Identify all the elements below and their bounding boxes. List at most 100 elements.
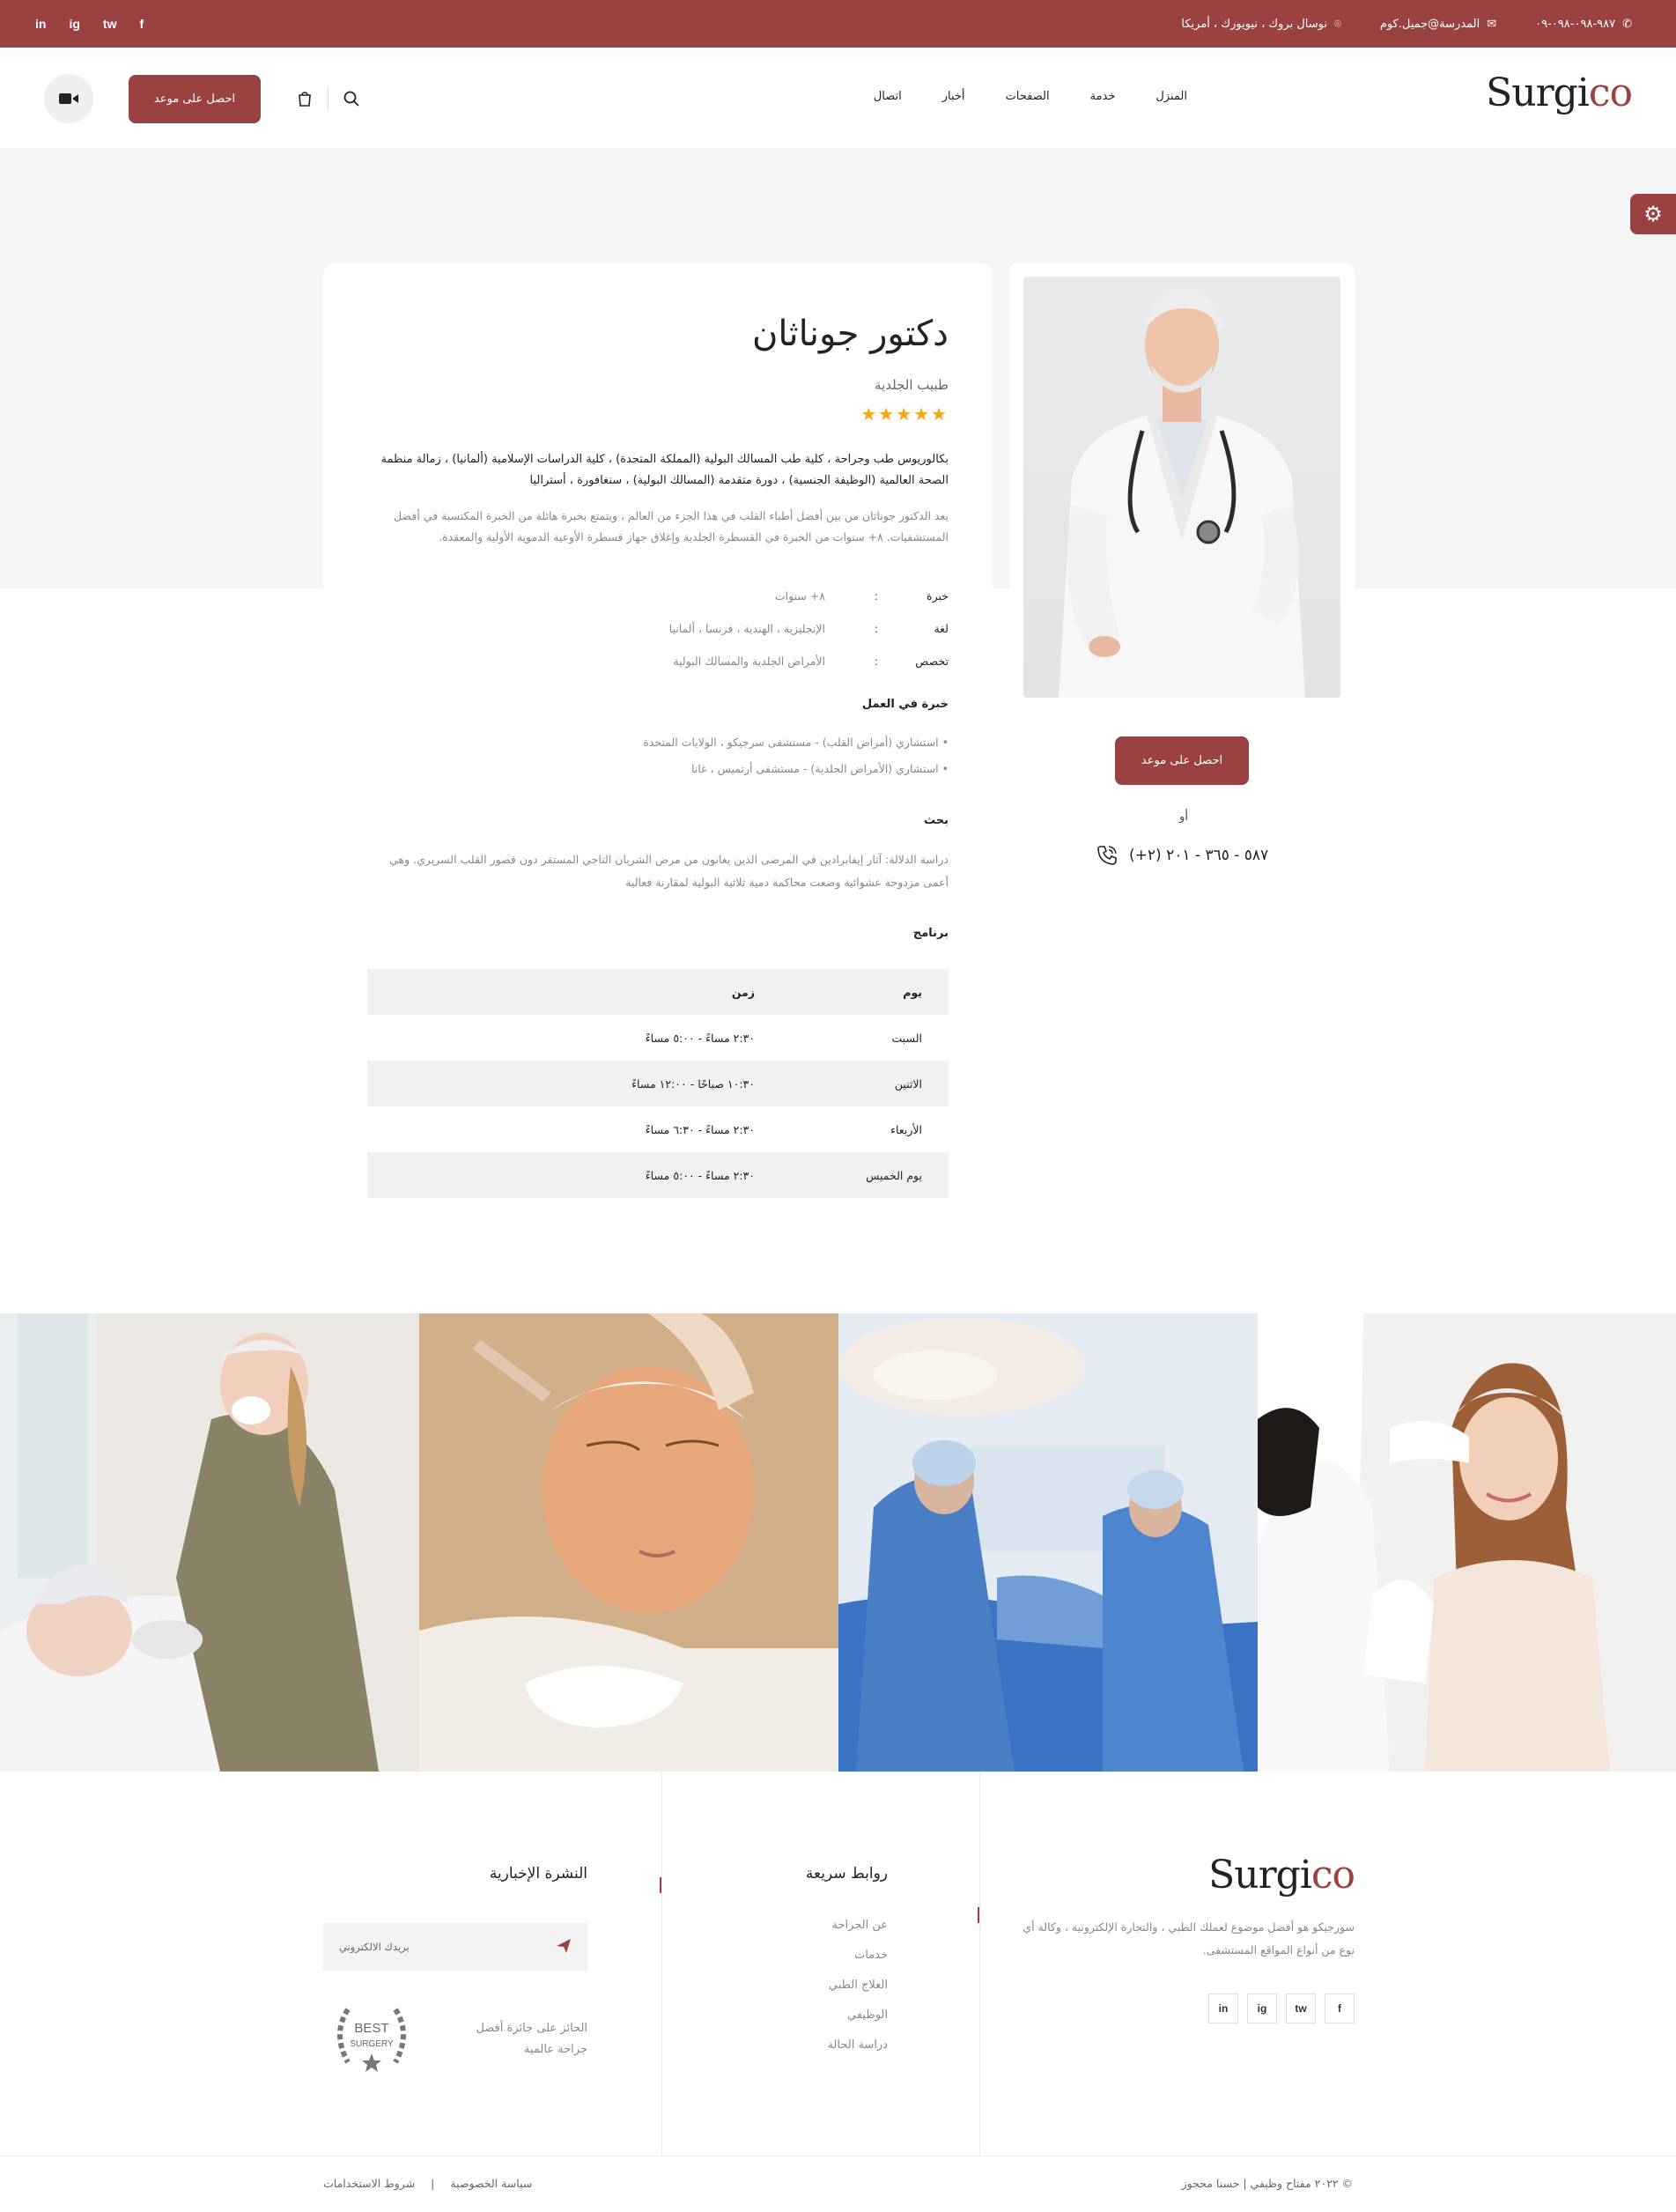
table-row: الاثنين ١٠:٣٠ صباحًا - ١٢:٠٠ مساءً <box>367 1061 949 1106</box>
top-location: ⌾ نوسال بروك ، نيويورك ، أمريكا <box>1181 18 1340 31</box>
gallery-image-botox[interactable] <box>1258 1313 1676 1772</box>
video-call-button[interactable] <box>44 74 93 123</box>
info-value: الإنجليزية ، الهندية ، فرنسا ، ألمانيا <box>668 622 825 635</box>
accent-mark <box>978 1907 979 1923</box>
top-contacts: ✆ ٩٨٧-٠٩٨-٠٩٨-٠٩ ✉ المدرسة@جميل.كوم ⌾ نو… <box>1181 0 1632 48</box>
nav-contact[interactable]: اتصال <box>874 90 902 103</box>
side-phone[interactable]: (+٢) ٥٨٧ - ٣٦٥ - ٢٠١ <box>1096 844 1268 867</box>
top-social: in ig tw f <box>35 0 144 48</box>
image-gallery <box>0 1313 1676 1772</box>
schedule-time: ١٠:٣٠ صباحًا - ١٢:٠٠ مساءً <box>631 1076 755 1091</box>
info-value: ٨+ سنوات <box>774 589 825 603</box>
doctor-photo <box>1023 277 1340 698</box>
footer-about: سورجيكو هو أفضل موضوع لعملك الطبي ، والت… <box>1023 1920 1355 1957</box>
gear-icon: ⚙ <box>1643 202 1663 226</box>
schedule-day: الاثنين <box>894 1076 922 1091</box>
footer-link[interactable]: العلاج الطبي <box>827 1971 888 2001</box>
newsletter-placeholder: بريدك الالكتروني <box>339 1941 410 1953</box>
experience-list: • استشاري (أمراض القلب) - مستشفى سرجيكو … <box>643 729 949 782</box>
info-key: لغة <box>934 622 949 635</box>
doctor-qualifications: بكالوريوس طب وجراحة ، كلية طب المسالك ال… <box>380 453 949 487</box>
info-value: الأمراض الجلدية والمسالك البولية <box>673 655 825 668</box>
gallery-image-facial[interactable] <box>419 1313 838 1772</box>
legal-divider: | <box>431 2177 435 2190</box>
footer-link[interactable]: الوظيفي <box>827 2001 888 2031</box>
search-icon[interactable] <box>341 88 362 109</box>
schedule-day: السبت <box>891 1031 922 1045</box>
list-item: • استشاري (أمراض القلب) - مستشفى سرجيكو … <box>643 736 949 749</box>
footer-link[interactable]: دراسة الحالة <box>827 2031 888 2060</box>
top-phone[interactable]: ✆ ٩٨٧-٠٩٨-٠٩٨-٠٩ <box>1535 18 1632 31</box>
logo-main-text: Surgi <box>1208 1853 1312 1898</box>
newsletter-email-field[interactable]: بريدك الالكتروني <box>323 1923 587 1971</box>
doctor-bio: يعد الدكتور جوناثان من بين أفضل أطباء ال… <box>394 509 949 544</box>
nav-news[interactable]: أخبار <box>942 90 965 103</box>
doctor-specialty: طبيب الجلدية <box>875 377 949 393</box>
legal-links: سياسة الخصوصية | شروط الاستخدامات <box>323 2177 532 2190</box>
schedule-head-time: زمن <box>731 985 755 999</box>
schedule-day: الأربعاء <box>890 1122 922 1136</box>
copyright: © ٢٠٢٢ مفتاح وظيفي | حسنا محجوز <box>1181 2177 1353 2190</box>
side-phone-number: (+٢) ٥٨٧ - ٣٦٥ - ٢٠١ <box>1129 847 1269 864</box>
table-row: يوم الخميس ٢:٣٠ مساءً - ٥:٠٠ مساءً <box>367 1152 949 1198</box>
twitter-icon[interactable]: tw <box>1286 1994 1316 2023</box>
phone-icon: ✆ <box>1622 17 1632 31</box>
facebook-icon[interactable]: f <box>1325 1994 1355 2023</box>
nav-pages[interactable]: الصفحات <box>1006 90 1050 103</box>
linkedin-icon[interactable]: in <box>35 17 46 31</box>
info-colon: : <box>874 622 878 635</box>
mail-icon: ✉ <box>1487 17 1497 31</box>
table-row: السبت ٢:٣٠ مساءً - ٥:٠٠ مساءً <box>367 1015 949 1061</box>
header-actions: احصل على موعد <box>44 74 362 123</box>
doctor-details-card: دكتور جوناثان طبيب الجلدية ★★★★★ بكالوري… <box>323 263 993 1232</box>
twitter-icon[interactable]: tw <box>103 17 117 31</box>
side-appointment-button[interactable]: احصل على موعد <box>1115 736 1249 785</box>
nav-home[interactable]: المنزل <box>1155 90 1187 103</box>
top-bar: ✆ ٩٨٧-٠٩٨-٠٩٨-٠٩ ✉ المدرسة@جميل.كوم ⌾ نو… <box>0 0 1676 48</box>
send-icon[interactable] <box>556 1938 572 1957</box>
doctor-name: دكتور جوناثان <box>751 314 949 354</box>
or-text: أو <box>1179 810 1188 824</box>
award-badge-top: BEST <box>354 2021 388 2036</box>
instagram-icon[interactable]: ig <box>69 17 79 31</box>
instagram-icon[interactable]: ig <box>1247 1994 1277 2023</box>
info-row: خبرة : ٨+ سنوات <box>579 580 949 612</box>
settings-gear-button[interactable]: ⚙ <box>1630 194 1676 234</box>
gallery-image-surgery[interactable] <box>838 1313 1258 1772</box>
main-nav: المنزل خدمة الصفحات أخبار اتصال <box>874 90 1187 103</box>
info-colon: : <box>874 589 878 603</box>
research-title: بحث <box>923 814 949 827</box>
top-email[interactable]: ✉ المدرسة@جميل.كوم <box>1380 18 1496 31</box>
nav-service[interactable]: خدمة <box>1090 90 1116 103</box>
logo-accent-text: co <box>1311 1853 1355 1898</box>
privacy-policy-link[interactable]: سياسة الخصوصية <box>450 2177 532 2190</box>
footer-link[interactable]: عن الجراحة <box>827 1911 888 1941</box>
top-location-text: نوسال بروك ، نيويورك ، أمريكا <box>1181 17 1327 31</box>
research-text: دراسة الدلالة: آثار إيفابرادين في المرضى… <box>389 853 949 889</box>
footer-divider <box>0 2156 1676 2157</box>
best-surgery-badge-icon: BEST SURGERY <box>337 2008 406 2072</box>
quick-links-title: روابط سريعة <box>805 1865 888 1883</box>
cart-icon[interactable] <box>294 88 315 109</box>
main-header: Surgico المنزل خدمة الصفحات أخبار اتصال … <box>0 48 1676 148</box>
info-key: خبرة <box>927 589 949 603</box>
info-key: تخصص <box>915 655 949 668</box>
location-pin-icon: ⌾ <box>1333 17 1341 31</box>
terms-link[interactable]: شروط الاستخدامات <box>323 2177 415 2190</box>
rating-stars: ★★★★★ <box>860 403 949 425</box>
top-email-text: المدرسة@جميل.كوم <box>1379 17 1480 31</box>
accent-mark <box>660 1877 661 1893</box>
gallery-image-injection[interactable] <box>0 1313 419 1772</box>
doctor-image-card <box>1009 263 1355 712</box>
video-camera-icon <box>59 93 78 104</box>
schedule-table: يوم زمن السبت ٢:٣٠ مساءً - ٥:٠٠ مساءً ال… <box>367 969 949 1198</box>
linkedin-icon[interactable]: in <box>1208 1994 1238 2023</box>
facebook-icon[interactable]: f <box>139 17 144 31</box>
site-logo[interactable]: Surgico <box>1486 70 1633 115</box>
award-block: الحائز على جائزة أفضل جراحة عالمية BEST … <box>323 1999 587 2078</box>
footer-logo[interactable]: Surgico <box>1208 1853 1355 1898</box>
header-appointment-button[interactable]: احصل على موعد <box>129 74 261 123</box>
award-text: الحائز على جائزة أفضل جراحة عالمية <box>476 2022 587 2056</box>
footer-link[interactable]: خدمات <box>827 1941 888 1971</box>
site-footer: Surgico سورجيكو هو أفضل موضوع لعملك الطب… <box>0 1772 1676 2212</box>
